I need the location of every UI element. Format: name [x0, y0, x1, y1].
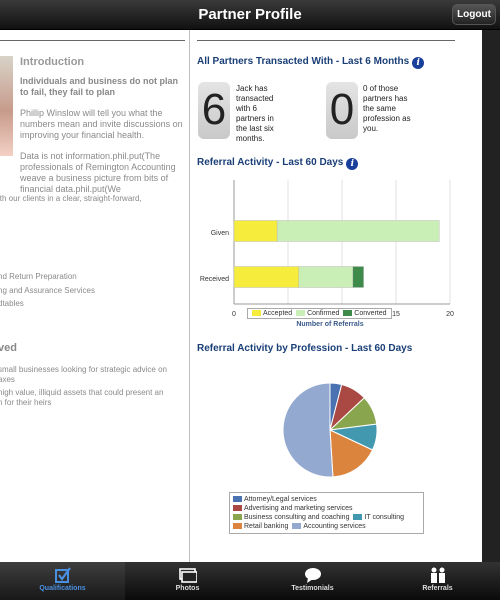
partner-photo [0, 56, 13, 156]
legend-label: Accepted [263, 310, 293, 317]
profession-legend: Attorney/Legal services Advertising and m… [229, 492, 424, 534]
partners-title-text: All Partners Transacted With - Last 6 Mo… [197, 56, 410, 67]
checkbox-icon [52, 566, 74, 584]
referral-section-title: Referral Activity - Last 60 Days i [197, 157, 359, 170]
served-item: small businesses looking for strategic a… [0, 365, 167, 374]
legend-label: Business consulting and coaching [244, 514, 350, 521]
legend-item: Advertising and marketing services [233, 505, 353, 512]
intro-paragraph-1: Phillip Winslow will tell you what the n… [20, 108, 183, 140]
bar-segment [352, 266, 364, 288]
bar-segment [276, 220, 440, 242]
profession-pie-chart [282, 382, 378, 478]
legend-swatch [353, 514, 363, 520]
legend-label: IT consulting [364, 514, 405, 521]
bar-segment [298, 266, 354, 288]
legend-item: Retail banking [233, 523, 288, 530]
partners-count-tile: 6 [198, 82, 230, 139]
tab-label: Qualifications [39, 585, 86, 592]
same-profession-count-tile: 0 [326, 82, 358, 139]
legend-swatch [292, 523, 302, 529]
info-icon[interactable]: i [346, 158, 359, 170]
y-category-label: Received [200, 276, 229, 283]
legend-row: Attorney/Legal services Advertising and m… [233, 495, 420, 513]
legend-label: Accounting services [303, 523, 366, 530]
service-item: nd Return Preparation [0, 272, 77, 281]
intro-title: Introduction [20, 56, 85, 68]
tab-label: Testimonials [291, 585, 334, 592]
tab-testimonials[interactable]: Testimonials [250, 562, 375, 600]
partners-section-title: All Partners Transacted With - Last 6 Mo… [197, 56, 425, 69]
main-content: Introduction Individuals and business do… [0, 30, 482, 562]
x-tick-label: 20 [446, 311, 454, 318]
x-tick-label: 15 [392, 311, 400, 318]
legend-item: Business consulting and coaching [233, 514, 349, 521]
tab-qualifications[interactable]: Qualifications [0, 562, 125, 600]
legend-swatch [233, 496, 242, 502]
referral-title-text: Referral Activity - Last 60 Days [197, 157, 344, 168]
legend-label: Confirmed [307, 310, 340, 317]
intro-tagline: Individuals and business do not plan to … [20, 76, 179, 97]
served-item: n for their heirs [0, 398, 52, 407]
profession-section-title: Referral Activity by Profession - Last 6… [197, 343, 413, 354]
x-tick-label: 0 [232, 311, 236, 318]
legend-swatch [233, 505, 242, 511]
legend-swatch [343, 310, 353, 316]
legend-item: Attorney/Legal services [233, 496, 317, 503]
served-section-title: ved [0, 342, 17, 354]
referral-legend: Accepted Confirmed Converted [247, 308, 392, 319]
intro-paragraph-2-cut: ith our clients in a clear, straight-for… [0, 194, 142, 203]
served-item: high value, illiquid assets that could p… [0, 388, 164, 397]
bar-segment [233, 266, 300, 288]
legend-swatch [233, 523, 242, 529]
x-axis-label: Number of Referrals [296, 321, 363, 328]
tab-label: Photos [175, 585, 200, 592]
same-profession-text: 0 of those partners has the same profess… [363, 84, 411, 133]
service-item: ng and Assurance Services [0, 286, 95, 295]
info-icon[interactable]: i [412, 57, 425, 69]
legend-row: Retail banking Accounting services [233, 522, 420, 531]
tab-photos[interactable]: Photos [125, 562, 250, 600]
legend-label: Converted [354, 310, 387, 317]
service-item: dtables [0, 299, 24, 308]
served-item: axes [0, 375, 15, 384]
qualifications-pane: Introduction Individuals and business do… [0, 30, 189, 562]
people-icon [427, 566, 449, 584]
right-divider-line [197, 40, 455, 41]
nav-bar: Partner Profile Logout [0, 0, 500, 30]
tab-label: Referrals [422, 585, 453, 592]
tab-bar: Qualifications Photos Testimonials Refer… [0, 562, 500, 600]
logout-button[interactable]: Logout [452, 4, 496, 25]
legend-label: Attorney/Legal services [244, 496, 317, 503]
y-category-label: Given [211, 230, 229, 237]
legend-swatch [296, 310, 306, 316]
page-title: Partner Profile [198, 6, 302, 23]
tab-referrals[interactable]: Referrals [375, 562, 500, 600]
legend-label: Retail banking [244, 523, 289, 530]
intro-paragraph-2: Data is not information.phil.put(The pro… [20, 151, 176, 194]
left-divider-line [0, 40, 185, 41]
legend-swatch [233, 514, 242, 520]
bar-segment [233, 220, 278, 242]
pie-slice [282, 382, 334, 478]
legend-swatch [252, 310, 261, 316]
legend-row: Business consulting and coaching IT consu… [233, 513, 420, 522]
legend-item: Accounting services [292, 523, 366, 530]
pane-divider [189, 30, 190, 562]
speech-bubble-icon [302, 566, 324, 584]
partners-count-text: Jack has transacted with 6 partners in t… [236, 84, 274, 143]
legend-label: Advertising and marketing services [244, 505, 353, 512]
right-edge [482, 30, 500, 562]
legend-item: IT consulting [353, 514, 404, 521]
photos-icon [177, 566, 199, 584]
